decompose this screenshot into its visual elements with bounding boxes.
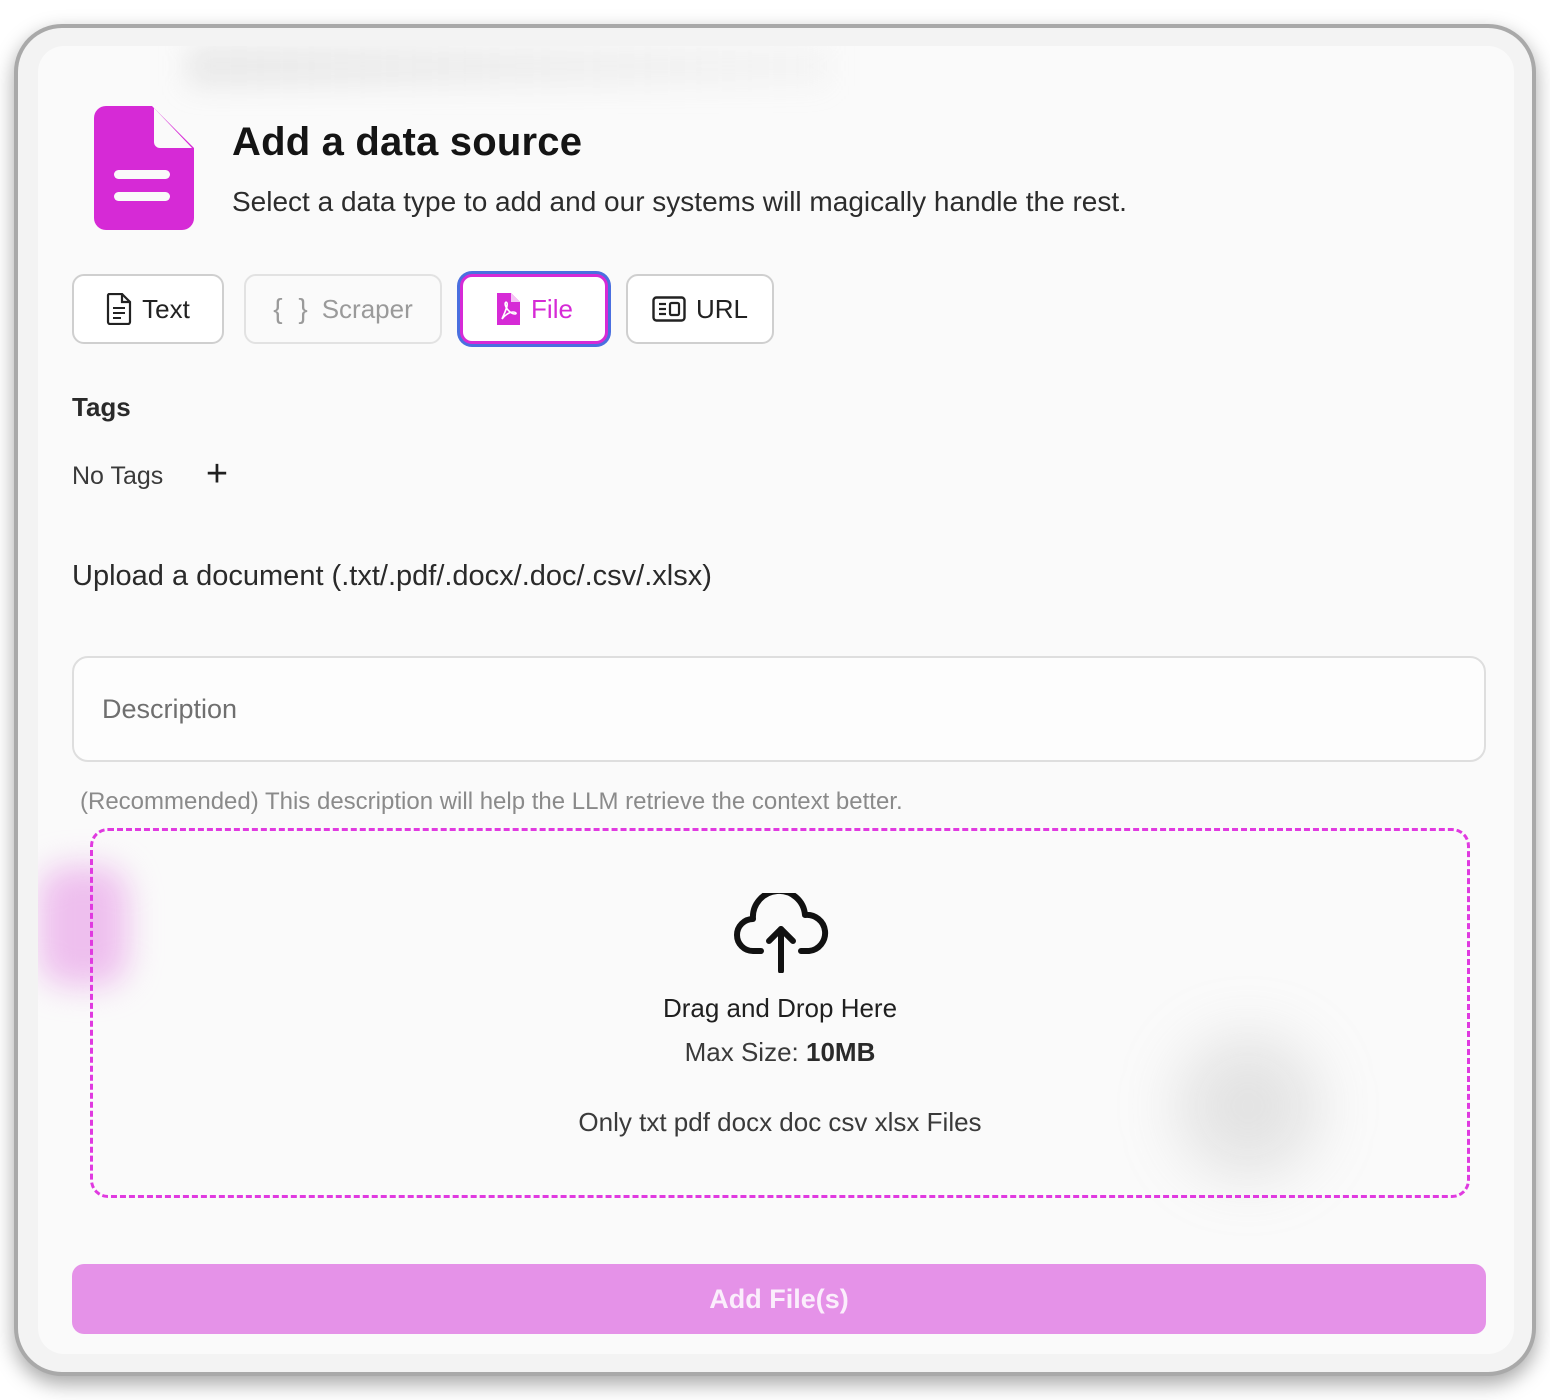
add-data-source-dialog: Add a data source Select a data type to … xyxy=(38,46,1514,1354)
blurred-background xyxy=(188,46,828,86)
document-icon xyxy=(94,106,194,230)
tab-label: Text xyxy=(142,293,190,324)
tab-file[interactable]: File xyxy=(460,274,608,344)
dropzone-file-types: Only txt pdf docx doc csv xlsx Files xyxy=(578,1107,982,1137)
tab-text[interactable]: Text xyxy=(72,274,224,344)
tab-label: URL xyxy=(695,293,748,324)
pdf-file-icon xyxy=(495,292,521,326)
dropzone-max-size: Max Size: 10MB xyxy=(93,1037,1467,1068)
tab-scraper[interactable]: { } Scraper xyxy=(244,274,442,344)
cloud-upload-icon xyxy=(734,893,829,973)
link-box-icon xyxy=(652,296,686,322)
add-tag-button[interactable]: + xyxy=(200,450,234,498)
no-tags-text: No Tags xyxy=(72,462,164,490)
upload-label: Upload a document (.txt/.pdf/.docx/.doc/… xyxy=(72,560,712,592)
window-inner: Add a data source Select a data type to … xyxy=(18,28,1532,1372)
document-icon xyxy=(106,293,132,325)
braces-icon: { } xyxy=(273,293,312,324)
window-frame: Add a data source Select a data type to … xyxy=(14,24,1536,1376)
tab-url[interactable]: URL xyxy=(626,274,774,344)
dialog-subtitle: Select a data type to add and our system… xyxy=(232,186,1127,217)
tags-label: Tags xyxy=(72,392,131,422)
tab-label: File xyxy=(531,293,573,324)
dialog-title: Add a data source xyxy=(232,120,583,164)
max-size-value: 10MB xyxy=(806,1037,876,1067)
add-files-button[interactable]: Add File(s) xyxy=(72,1264,1486,1334)
max-size-label: Max Size: xyxy=(684,1037,806,1067)
dropzone-title: Drag and Drop Here xyxy=(662,993,898,1023)
tab-label: Scraper xyxy=(321,293,413,324)
description-input[interactable] xyxy=(72,656,1486,762)
description-help-text: (Recommended) This description will help… xyxy=(80,788,903,815)
file-dropzone[interactable]: Drag and Drop Here Max Size: 10MB Only t… xyxy=(90,828,1470,1198)
